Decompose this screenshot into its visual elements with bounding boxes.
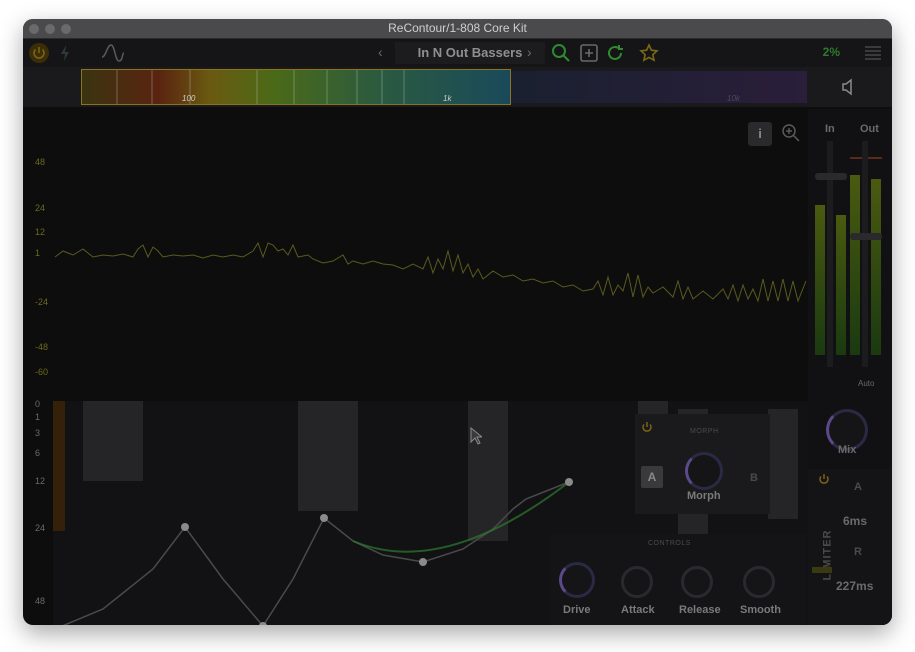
right-column: In Out Auto Mix LIMITER A 6ms R 227ms xyxy=(808,109,892,625)
attack-knob[interactable] xyxy=(621,566,653,598)
controls-panel: CONTROLS Drive Attack Release Smooth xyxy=(551,534,806,625)
spectrum-inactive-area xyxy=(511,71,807,103)
left-edge-band xyxy=(53,401,65,531)
output-fader-handle[interactable] xyxy=(850,233,882,240)
limiter-attack-label: A xyxy=(854,481,862,493)
morph-knob-label: Morph xyxy=(687,490,721,502)
search-icon[interactable] xyxy=(551,43,571,68)
bolt-icon[interactable] xyxy=(59,44,71,67)
toolbar: ‹ In N Out Bassers › 2% xyxy=(23,39,892,67)
limiter-release-label: R xyxy=(854,546,862,558)
input-meter-right xyxy=(836,215,846,355)
input-meter-left xyxy=(815,205,825,355)
drive-knob[interactable] xyxy=(559,562,595,598)
output-meter-right xyxy=(871,179,881,355)
refresh-icon[interactable] xyxy=(605,43,625,68)
limiter-panel: LIMITER A 6ms R 227ms xyxy=(808,469,892,625)
controls-title: CONTROLS xyxy=(648,540,691,547)
release-label: Release xyxy=(679,604,721,616)
auto-label[interactable]: Auto xyxy=(858,379,874,388)
spectrum-trace xyxy=(54,241,807,303)
morph-power-icon[interactable] xyxy=(639,420,655,441)
output-fader-track[interactable] xyxy=(862,141,868,367)
next-preset-button[interactable]: › xyxy=(527,44,532,60)
morph-b-label: B xyxy=(750,472,758,484)
spectrum-strip[interactable]: 100 1k 10k xyxy=(23,67,892,107)
star-icon[interactable] xyxy=(639,43,659,68)
preset-name[interactable]: In N Out Bassers xyxy=(395,42,545,64)
cursor-icon xyxy=(470,426,484,450)
wave-icon[interactable] xyxy=(101,43,125,68)
drive-label: Drive xyxy=(563,604,591,616)
output-meter-left xyxy=(850,175,860,355)
cpu-readout: 2% xyxy=(822,45,840,59)
limiter-attack-value[interactable]: 6ms xyxy=(843,514,867,528)
limiter-meter xyxy=(812,567,832,573)
add-icon[interactable] xyxy=(579,43,599,68)
title-bar: ReContour/1-808 Core Kit xyxy=(23,19,892,39)
mix-label: Mix xyxy=(838,444,857,456)
smooth-knob[interactable] xyxy=(743,566,775,598)
eq-graph[interactable]: i 48 24 12 1 -24 -48 -60 0 1 3 6 12 24 4… xyxy=(23,109,808,625)
limiter-release-value[interactable]: 227ms xyxy=(836,579,873,593)
in-label: In xyxy=(825,123,835,135)
morph-knob[interactable] xyxy=(685,452,723,490)
smooth-label: Smooth xyxy=(740,604,781,616)
morph-title: MORPH xyxy=(690,428,719,435)
speaker-icon[interactable] xyxy=(839,77,859,102)
morph-a-button[interactable]: A xyxy=(641,466,663,488)
plugin-window: ReContour/1-808 Core Kit ‹ In N Out Bass… xyxy=(23,19,892,625)
strip-tick-100: 100 xyxy=(182,94,196,103)
prev-preset-button[interactable]: ‹ xyxy=(378,44,383,60)
strip-tick-1k: 1k xyxy=(443,94,452,103)
release-knob[interactable] xyxy=(681,566,713,598)
limiter-power-icon[interactable] xyxy=(816,472,832,493)
morph-panel: MORPH A B Morph xyxy=(635,414,770,514)
out-label: Out xyxy=(860,123,879,135)
input-fader-handle[interactable] xyxy=(815,173,847,180)
strip-tick-10k: 10k xyxy=(727,94,740,103)
menu-icon[interactable] xyxy=(863,43,883,68)
attack-label: Attack xyxy=(621,604,655,616)
window-title: ReContour/1-808 Core Kit xyxy=(388,21,527,35)
power-icon[interactable] xyxy=(29,43,49,63)
